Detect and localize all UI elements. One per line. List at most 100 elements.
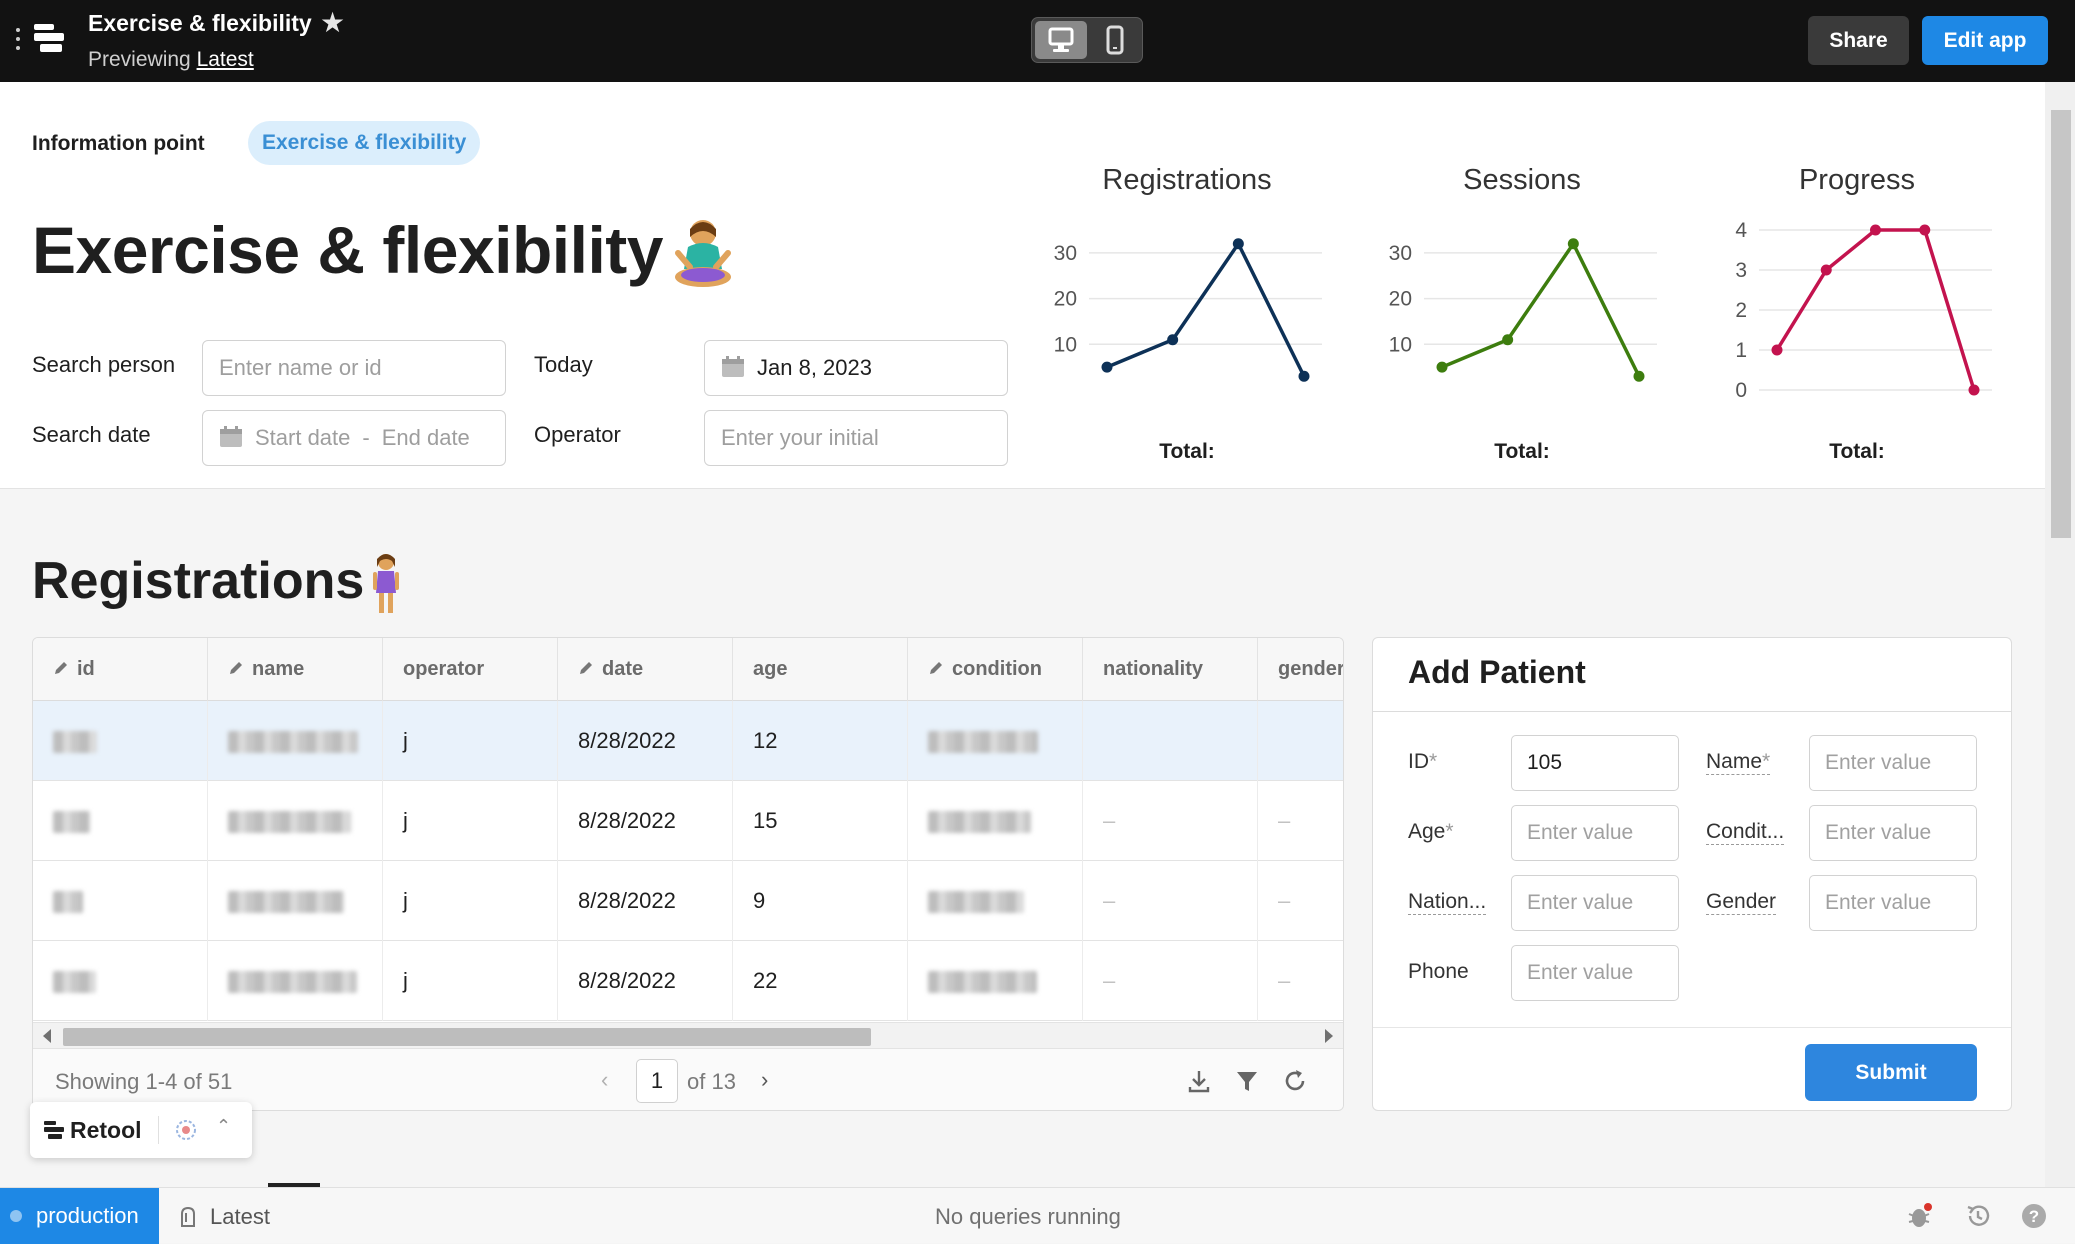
- cell-date[interactable]: 8/28/2022: [558, 781, 733, 861]
- scroll-thumb[interactable]: [63, 1028, 871, 1046]
- category-tag[interactable]: Exercise & flexibility: [248, 121, 481, 165]
- data-point[interactable]: [1567, 238, 1579, 250]
- cell-condition[interactable]: [908, 941, 1083, 1021]
- help-icon[interactable]: ?: [2020, 1202, 2048, 1230]
- cell-nationality[interactable]: –: [1083, 781, 1258, 861]
- more-menu-icon[interactable]: [16, 28, 24, 54]
- cell-name[interactable]: [208, 861, 383, 941]
- cell-id[interactable]: [33, 941, 208, 1021]
- id-input[interactable]: 105: [1511, 735, 1679, 791]
- today-date-field[interactable]: Jan 8, 2023: [704, 340, 1008, 396]
- column-header-nationality[interactable]: nationality: [1083, 638, 1258, 701]
- cell-gender[interactable]: [1258, 701, 1343, 781]
- cell-condition[interactable]: [908, 861, 1083, 941]
- cell-age[interactable]: 9: [733, 861, 908, 941]
- table-row[interactable]: j 8/28/2022 12: [33, 701, 1343, 781]
- data-point[interactable]: [1101, 361, 1113, 373]
- chevron-up-icon[interactable]: ⌃: [216, 1116, 231, 1137]
- table-row[interactable]: j 8/28/2022 22 – –: [33, 941, 1343, 1021]
- cell-date[interactable]: 8/28/2022: [558, 701, 733, 781]
- cell-gender[interactable]: –: [1258, 941, 1343, 1021]
- star-icon[interactable]: ★: [320, 6, 345, 39]
- environment-badge[interactable]: production: [0, 1188, 159, 1244]
- scroll-right-icon[interactable]: [1325, 1029, 1333, 1043]
- cell-name[interactable]: [208, 701, 383, 781]
- table-row[interactable]: j 8/28/2022 9 – –: [33, 861, 1343, 941]
- edit-app-button[interactable]: Edit app: [1922, 16, 2048, 65]
- cell-nationality[interactable]: [1083, 701, 1258, 781]
- cell-age[interactable]: 12: [733, 701, 908, 781]
- history-icon[interactable]: [1964, 1202, 1992, 1230]
- cell-date[interactable]: 8/28/2022: [558, 941, 733, 1021]
- data-point[interactable]: [1502, 334, 1514, 346]
- column-header-name[interactable]: name: [208, 638, 383, 701]
- cell-operator[interactable]: j: [383, 701, 558, 781]
- cell-condition[interactable]: [908, 781, 1083, 861]
- nationality-input[interactable]: Enter value: [1511, 875, 1679, 931]
- cell-nationality[interactable]: –: [1083, 861, 1258, 941]
- download-icon[interactable]: [1185, 1067, 1213, 1095]
- vertical-scrollbar[interactable]: [2045, 82, 2075, 1187]
- filter-icon[interactable]: [1233, 1067, 1261, 1095]
- horizontal-scrollbar[interactable]: [33, 1022, 1343, 1048]
- mobile-view-button[interactable]: [1089, 21, 1141, 59]
- cell-gender[interactable]: –: [1258, 861, 1343, 941]
- yoga-emoji-icon: [675, 220, 731, 287]
- data-point[interactable]: [1436, 361, 1448, 373]
- column-header-condition[interactable]: condition: [908, 638, 1083, 701]
- scroll-thumb[interactable]: [2051, 110, 2071, 538]
- y-tick-label: 30: [1054, 242, 1077, 265]
- cell-id[interactable]: [33, 781, 208, 861]
- version-link[interactable]: Latest: [197, 48, 254, 71]
- share-button[interactable]: Share: [1808, 16, 1909, 65]
- phone-input[interactable]: Enter value: [1511, 945, 1679, 1001]
- date-range-input[interactable]: Start date - End date: [202, 410, 506, 466]
- operator-input[interactable]: Enter your initial: [704, 410, 1008, 466]
- cell-operator[interactable]: j: [383, 861, 558, 941]
- data-point[interactable]: [1633, 370, 1645, 382]
- retool-badge[interactable]: Retool ⌃: [30, 1102, 252, 1158]
- pencil-icon: [230, 661, 242, 674]
- cell-age[interactable]: 22: [733, 941, 908, 1021]
- refresh-icon[interactable]: [1281, 1067, 1309, 1095]
- submit-button[interactable]: Submit: [1805, 1044, 1977, 1101]
- cell-name[interactable]: [208, 941, 383, 1021]
- column-header-gender[interactable]: gender: [1258, 638, 1343, 701]
- page-number-input[interactable]: 1: [636, 1059, 678, 1103]
- cell-operator[interactable]: j: [383, 781, 558, 861]
- name-input[interactable]: Enter value: [1809, 735, 1977, 791]
- retool-logo-icon[interactable]: [34, 22, 68, 54]
- column-header-operator[interactable]: operator: [383, 638, 558, 701]
- cell-id[interactable]: [33, 861, 208, 941]
- data-point[interactable]: [1820, 264, 1832, 276]
- cell-operator[interactable]: j: [383, 941, 558, 1021]
- data-point[interactable]: [1167, 334, 1179, 346]
- data-point[interactable]: [1771, 344, 1783, 356]
- version-label[interactable]: Latest: [210, 1204, 270, 1230]
- cell-name[interactable]: [208, 781, 383, 861]
- column-header-date[interactable]: date: [558, 638, 733, 701]
- prev-page-icon[interactable]: ‹: [601, 1067, 608, 1093]
- data-point[interactable]: [1919, 224, 1931, 236]
- search-person-input[interactable]: Enter name or id: [202, 340, 506, 396]
- cell-id[interactable]: [33, 701, 208, 781]
- table-row[interactable]: j 8/28/2022 15 – –: [33, 781, 1343, 861]
- cell-date[interactable]: 8/28/2022: [558, 861, 733, 941]
- desktop-view-button[interactable]: [1035, 21, 1087, 59]
- data-point[interactable]: [1870, 224, 1881, 236]
- scroll-left-icon[interactable]: [43, 1029, 51, 1043]
- age-input[interactable]: Enter value: [1511, 805, 1679, 861]
- debug-bug-icon[interactable]: [1906, 1202, 1934, 1230]
- data-point[interactable]: [1232, 238, 1244, 250]
- next-page-icon[interactable]: ›: [761, 1067, 768, 1093]
- data-point[interactable]: [1298, 370, 1310, 382]
- cell-condition[interactable]: [908, 701, 1083, 781]
- condition-input[interactable]: Enter value: [1809, 805, 1977, 861]
- cell-gender[interactable]: –: [1258, 781, 1343, 861]
- gender-input[interactable]: Enter value: [1809, 875, 1977, 931]
- data-point[interactable]: [1968, 384, 1980, 396]
- cell-age[interactable]: 15: [733, 781, 908, 861]
- column-header-id[interactable]: id: [33, 638, 208, 701]
- column-header-age[interactable]: age: [733, 638, 908, 701]
- cell-nationality[interactable]: –: [1083, 941, 1258, 1021]
